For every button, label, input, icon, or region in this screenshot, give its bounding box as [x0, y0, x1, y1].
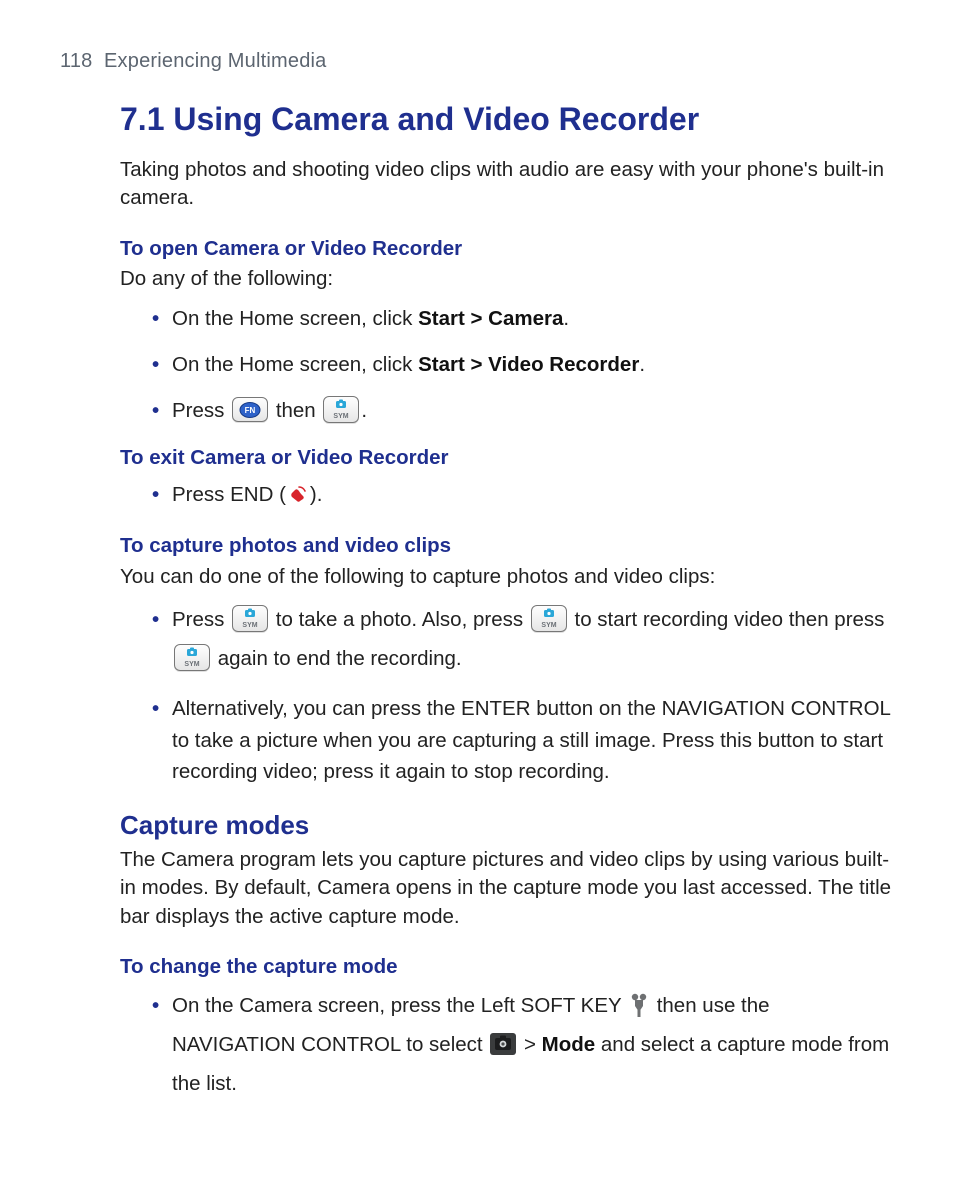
open-list: On the Home screen, click Start > Camera… — [120, 303, 894, 426]
section-number: 7.1 — [120, 101, 164, 137]
change-mode-heading: To change the capture mode — [120, 953, 894, 981]
fn-key-icon: FN — [232, 397, 268, 422]
modes-heading: Capture modes — [120, 808, 894, 844]
section-title: 7.1 Using Camera and Video Recorder — [60, 101, 894, 138]
open-lead: Do any of the following: — [120, 265, 894, 293]
change-mode-list: On the Camera screen, press the Left SOF… — [120, 987, 894, 1104]
svg-text:SYM: SYM — [541, 622, 556, 629]
softkey-tool-icon — [628, 992, 650, 1018]
section-heading: Using Camera and Video Recorder — [173, 101, 699, 137]
exit-list: Press END ( ). — [120, 479, 894, 511]
list-item: On the Camera screen, press the Left SOF… — [152, 987, 894, 1104]
page: 118 Experiencing Multimedia 7.1 Using Ca… — [0, 0, 954, 1182]
svg-text:SYM: SYM — [184, 661, 199, 668]
svg-text:FN: FN — [245, 406, 256, 415]
list-item: Press END ( ). — [152, 479, 894, 511]
open-heading: To open Camera or Video Recorder — [120, 235, 894, 263]
body: Taking photos and shooting video clips w… — [60, 156, 894, 1104]
page-number: 118 — [60, 50, 93, 72]
sym-camera-key-icon: SYM — [323, 396, 359, 423]
list-item: Press SYM to take a photo. Also, press S… — [152, 601, 894, 679]
list-item: On the Home screen, click Start > Video … — [152, 349, 894, 381]
list-item: Alternatively, you can press the ENTER b… — [152, 693, 894, 788]
capture-lead: You can do one of the following to captu… — [120, 563, 894, 591]
svg-text:SYM: SYM — [243, 622, 258, 629]
capture-list: Press SYM to take a photo. Also, press S… — [120, 601, 894, 788]
capture-heading: To capture photos and video clips — [120, 532, 894, 560]
intro-paragraph: Taking photos and shooting video clips w… — [120, 156, 894, 213]
chapter-name: Experiencing Multimedia — [104, 50, 326, 72]
svg-text:SYM: SYM — [334, 413, 349, 420]
modes-paragraph: The Camera program lets you capture pict… — [120, 846, 894, 931]
exit-heading: To exit Camera or Video Recorder — [120, 444, 894, 472]
running-header: 118 Experiencing Multimedia — [60, 50, 894, 73]
sym-camera-key-icon: SYM — [531, 605, 567, 632]
end-call-icon — [287, 483, 309, 503]
sym-camera-key-icon: SYM — [232, 605, 268, 632]
sym-camera-key-icon: SYM — [174, 644, 210, 671]
camera-mode-icon — [489, 1032, 517, 1056]
list-item: On the Home screen, click Start > Camera… — [152, 303, 894, 335]
list-item: Press FN then SYM . — [152, 395, 894, 427]
